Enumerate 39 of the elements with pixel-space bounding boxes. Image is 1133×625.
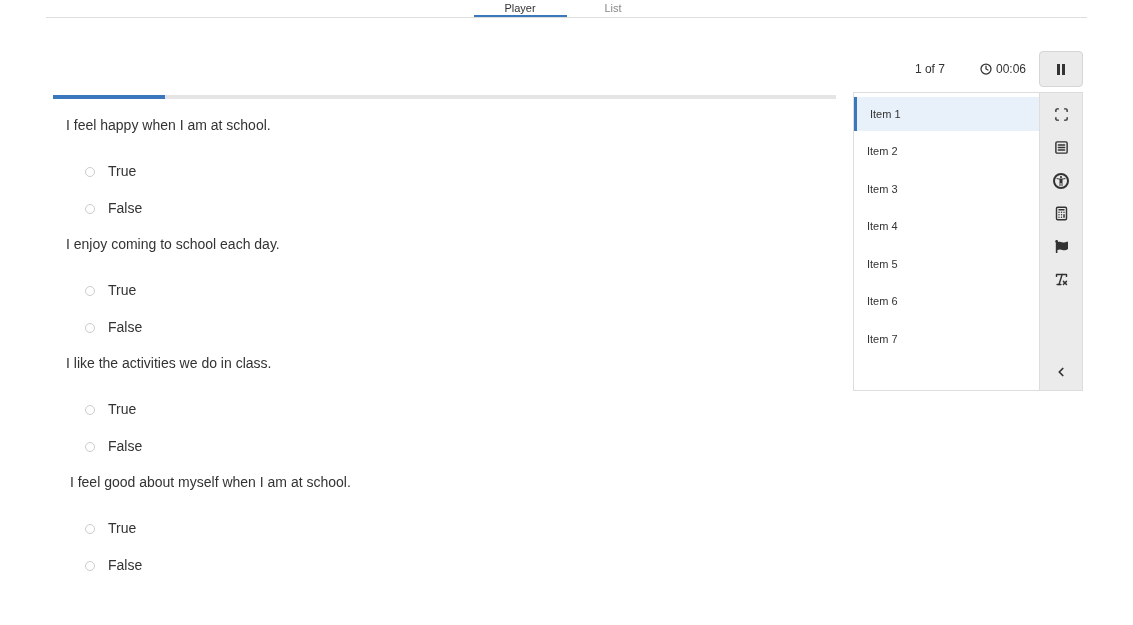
tab[interactable]: Player [473, 0, 567, 17]
answer-option[interactable]: True [85, 162, 137, 181]
item-list-entry[interactable]: Item 7 [854, 322, 1039, 356]
item-list-entry[interactable]: Item 5 [854, 247, 1039, 281]
flag-icon [1054, 240, 1068, 253]
question-text: I feel happy when I am at school. [66, 116, 272, 135]
tab[interactable]: List [566, 0, 660, 17]
answer-option[interactable]: False [85, 556, 143, 575]
accessibility-icon [1053, 172, 1069, 189]
question-text: I enjoy coming to school each day. [66, 235, 281, 254]
clock-icon [979, 63, 992, 75]
answer-option[interactable]: False [85, 199, 143, 218]
item-list-entry[interactable]: Item 1 [854, 97, 1039, 131]
radio-button[interactable] [85, 560, 95, 571]
calculator-icon [1053, 206, 1069, 221]
question-text: I like the activities we do in class. [66, 354, 273, 373]
answer-option[interactable]: False [85, 437, 143, 456]
answer-option[interactable]: False [85, 318, 143, 337]
radio-button[interactable] [85, 322, 95, 333]
radio-button[interactable] [85, 441, 95, 452]
timer: 00:06 [995, 61, 1026, 78]
pause-icon [1057, 63, 1065, 75]
radio-button[interactable] [85, 285, 95, 296]
question-text: I feel good about myself when I am at school. [68, 473, 352, 492]
item-counter: 1 of 7 [914, 61, 945, 78]
radio-button[interactable] [85, 166, 95, 177]
item-list-entry[interactable]: Item 3 [854, 172, 1039, 206]
answer-option[interactable]: True [85, 519, 137, 538]
answer-option[interactable]: True [85, 400, 137, 419]
clear-formatting-icon [1053, 272, 1069, 287]
item-list-entry[interactable]: Item 2 [854, 134, 1039, 169]
fullscreen-icon [1053, 107, 1069, 122]
pause-button[interactable] [1039, 51, 1083, 87]
radio-button[interactable] [85, 203, 95, 214]
radio-button[interactable] [85, 523, 95, 534]
item-list-entry[interactable]: Item 6 [854, 284, 1039, 319]
answer-option[interactable]: True [85, 281, 137, 300]
item-list-entry[interactable]: Item 4 [854, 209, 1039, 244]
radio-button[interactable] [85, 404, 95, 415]
